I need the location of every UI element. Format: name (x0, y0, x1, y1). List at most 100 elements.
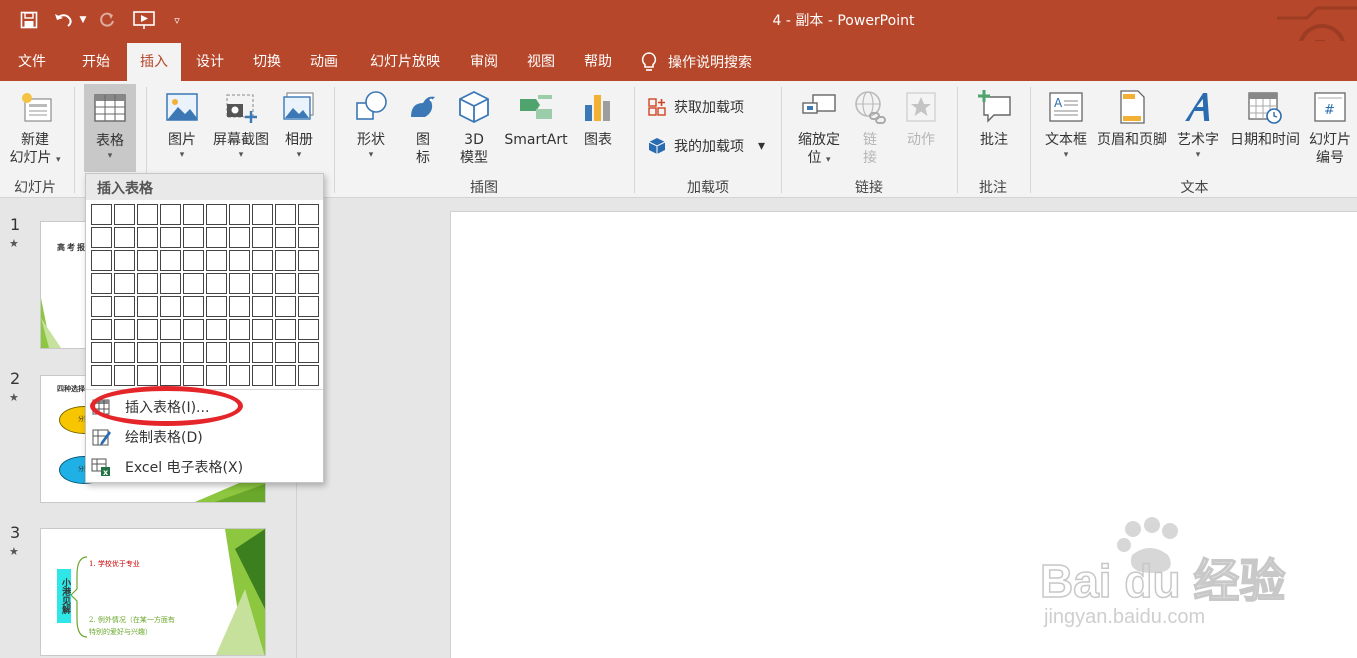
tab-insert[interactable]: 插入 (127, 43, 181, 81)
table-grid-cell[interactable] (114, 250, 135, 271)
table-grid-cell[interactable] (206, 296, 227, 317)
table-grid-cell[interactable] (229, 204, 250, 225)
table-grid-cell[interactable] (91, 227, 112, 248)
tab-home[interactable]: 开始 (72, 43, 120, 81)
table-grid-cell[interactable] (183, 250, 204, 271)
table-grid-cell[interactable] (114, 319, 135, 340)
table-grid-cell[interactable] (91, 365, 112, 386)
table-grid-cell[interactable] (275, 227, 296, 248)
table-grid-cell[interactable] (183, 204, 204, 225)
table-grid-cell[interactable] (160, 319, 181, 340)
table-grid-cell[interactable] (91, 296, 112, 317)
table-grid-cell[interactable] (206, 250, 227, 271)
table-grid-cell[interactable] (275, 319, 296, 340)
table-grid-cell[interactable] (114, 296, 135, 317)
table-grid-cell[interactable] (229, 227, 250, 248)
smartart-button[interactable]: SmartArt (500, 81, 572, 175)
icons-button[interactable]: 图 标 (402, 81, 444, 175)
tell-me-search[interactable]: 操作说明搜索 (640, 43, 752, 81)
table-grid-cell[interactable] (275, 296, 296, 317)
table-grid-cell[interactable] (298, 273, 319, 294)
picture-button[interactable]: 图片 ▾ (158, 81, 206, 175)
table-grid-cell[interactable] (160, 365, 181, 386)
action-button[interactable]: 动作 (898, 81, 944, 175)
table-grid-cell[interactable] (298, 204, 319, 225)
table-grid-cell[interactable] (206, 273, 227, 294)
table-grid-cell[interactable] (183, 273, 204, 294)
table-grid-cell[interactable] (252, 319, 273, 340)
photo-album-button[interactable]: 相册 ▾ (276, 81, 322, 175)
tab-slideshow[interactable]: 幻灯片放映 (359, 43, 451, 81)
table-grid-cell[interactable] (206, 342, 227, 363)
table-grid-cell[interactable] (298, 296, 319, 317)
table-grid-cell[interactable] (114, 365, 135, 386)
table-grid-cell[interactable] (183, 365, 204, 386)
table-grid-cell[interactable] (91, 342, 112, 363)
tab-file[interactable]: 文件 (8, 43, 56, 81)
table-grid-cell[interactable] (137, 342, 158, 363)
table-grid-cell[interactable] (252, 296, 273, 317)
table-grid-cell[interactable] (298, 342, 319, 363)
table-grid-cell[interactable] (229, 250, 250, 271)
table-grid-cell[interactable] (298, 319, 319, 340)
my-addins-button[interactable]: 我的加载项 ▾ (648, 136, 765, 156)
link-button[interactable]: 链 接 (850, 81, 890, 175)
table-grid-cell[interactable] (229, 342, 250, 363)
textbox-button[interactable]: A 文本框 ▾ (1040, 81, 1092, 175)
table-grid-cell[interactable] (160, 204, 181, 225)
table-grid-cell[interactable] (252, 227, 273, 248)
table-grid-cell[interactable] (114, 273, 135, 294)
table-size-grid[interactable] (91, 204, 319, 386)
table-grid-cell[interactable] (298, 365, 319, 386)
table-grid-cell[interactable] (91, 319, 112, 340)
shapes-button[interactable]: 形状 ▾ (348, 81, 394, 175)
table-grid-cell[interactable] (160, 273, 181, 294)
header-footer-button[interactable]: 页眉和页脚 (1094, 81, 1170, 175)
table-grid-cell[interactable] (160, 296, 181, 317)
tab-review[interactable]: 审阅 (460, 43, 508, 81)
chart-button[interactable]: 图表 (578, 81, 618, 175)
get-addins-button[interactable]: 获取加载项 (648, 97, 744, 117)
3d-models-button[interactable]: 3D 模型 (452, 81, 496, 175)
table-grid-cell[interactable] (137, 204, 158, 225)
tab-view[interactable]: 视图 (517, 43, 565, 81)
table-grid-cell[interactable] (183, 342, 204, 363)
table-grid-cell[interactable] (137, 319, 158, 340)
table-grid-cell[interactable] (206, 227, 227, 248)
zoom-button[interactable]: 缩放定 位 ▾ (790, 81, 848, 175)
table-grid-cell[interactable] (252, 365, 273, 386)
tab-transitions[interactable]: 切换 (243, 43, 291, 81)
table-grid-cell[interactable] (275, 365, 296, 386)
table-grid-cell[interactable] (252, 204, 273, 225)
table-grid-cell[interactable] (229, 273, 250, 294)
table-grid-cell[interactable] (91, 273, 112, 294)
table-grid-cell[interactable] (137, 296, 158, 317)
draw-table-menu-item[interactable]: 绘制表格(D) (86, 423, 323, 451)
table-grid-cell[interactable] (160, 250, 181, 271)
table-grid-cell[interactable] (206, 319, 227, 340)
excel-spreadsheet-menu-item[interactable]: x Excel 电子表格(X) (86, 453, 323, 481)
wordart-button[interactable]: 艺术字 ▾ (1172, 81, 1224, 175)
table-grid-cell[interactable] (137, 250, 158, 271)
tab-design[interactable]: 设计 (186, 43, 234, 81)
screenshot-button[interactable]: 屏幕截图 ▾ (208, 81, 274, 175)
table-grid-cell[interactable] (275, 250, 296, 271)
slide-thumbnail-3[interactable]: 小港见解 1. 学校优于专业 2. 例外情况（在某一方面有 特别的爱好与兴趣） (40, 528, 266, 656)
table-grid-cell[interactable] (160, 342, 181, 363)
table-button[interactable]: 表格 ▾ (84, 84, 136, 172)
tab-animations[interactable]: 动画 (300, 43, 348, 81)
new-slide-button[interactable]: 新建 幻灯片 ▾ (4, 81, 66, 175)
table-grid-cell[interactable] (183, 227, 204, 248)
tab-help[interactable]: 帮助 (574, 43, 622, 81)
table-grid-cell[interactable] (183, 319, 204, 340)
table-grid-cell[interactable] (137, 227, 158, 248)
table-grid-cell[interactable] (252, 342, 273, 363)
table-grid-cell[interactable] (252, 250, 273, 271)
table-grid-cell[interactable] (275, 204, 296, 225)
table-grid-cell[interactable] (298, 227, 319, 248)
table-grid-cell[interactable] (229, 296, 250, 317)
table-grid-cell[interactable] (298, 250, 319, 271)
table-grid-cell[interactable] (114, 227, 135, 248)
table-grid-cell[interactable] (114, 342, 135, 363)
table-grid-cell[interactable] (206, 365, 227, 386)
